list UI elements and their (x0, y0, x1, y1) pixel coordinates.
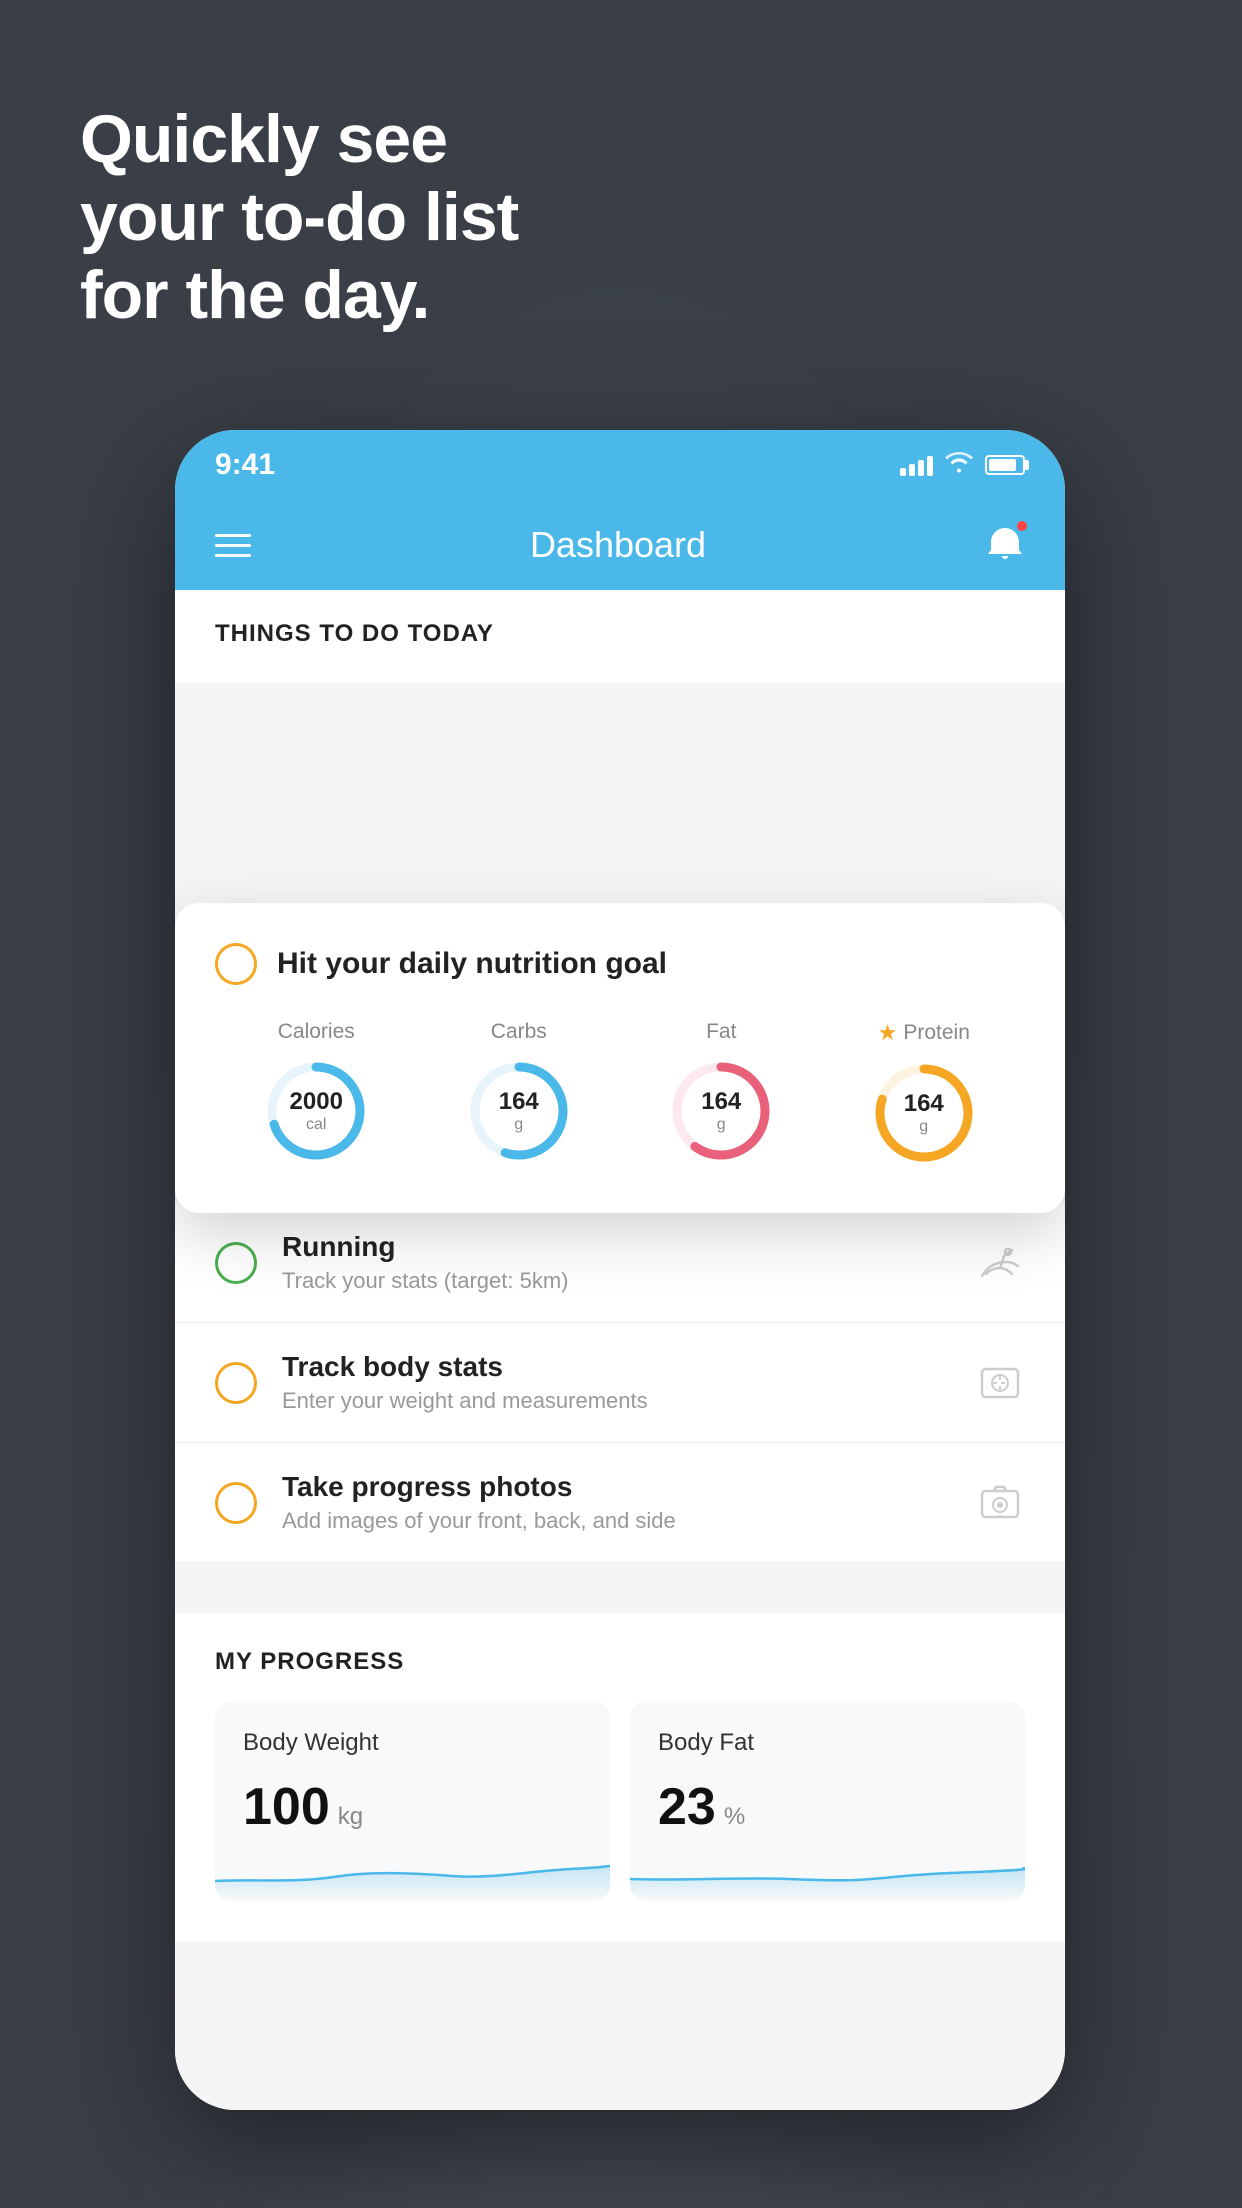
body-fat-value-wrap: 23 % (658, 1777, 997, 1837)
content-area: THINGS TO DO TODAY Hit your daily nutrit… (175, 590, 1065, 2110)
todo-item-body-stats[interactable]: Track body stats Enter your weight and m… (175, 1323, 1065, 1443)
todo-item-running[interactable]: Running Track your stats (target: 5km) (175, 1203, 1065, 1323)
phone-frame: 9:41 (175, 430, 1065, 2110)
running-content: Running Track your stats (target: 5km) (282, 1231, 950, 1294)
progress-section: MY PROGRESS Body Weight 100 kg (175, 1613, 1065, 1941)
macro-carbs-circle: 164 g (464, 1056, 574, 1166)
macro-calories-circle: 2000 cal (261, 1056, 371, 1166)
scale-icon (975, 1358, 1025, 1408)
nutrition-checkbox[interactable] (215, 943, 257, 985)
macro-fat-label: Fat (706, 1020, 736, 1044)
running-subtitle: Track your stats (target: 5km) (282, 1268, 950, 1294)
body-stats-title: Track body stats (282, 1351, 950, 1383)
status-bar: 9:41 (175, 430, 1065, 500)
running-checkbox[interactable] (215, 1242, 257, 1284)
photos-subtitle: Add images of your front, back, and side (282, 1508, 950, 1534)
bell-icon[interactable] (985, 523, 1025, 568)
body-stats-content: Track body stats Enter your weight and m… (282, 1351, 950, 1414)
body-weight-value-wrap: 100 kg (243, 1777, 582, 1837)
macro-protein-unit: g (904, 1118, 944, 1136)
macro-fat-value: 164 (701, 1088, 741, 1116)
macro-protein-value: 164 (904, 1090, 944, 1118)
things-section: THINGS TO DO TODAY (175, 590, 1065, 683)
status-icons (900, 451, 1025, 479)
body-weight-card-title: Body Weight (243, 1729, 582, 1757)
body-fat-number: 23 (658, 1777, 716, 1837)
body-weight-chart (215, 1841, 610, 1901)
macro-fat-circle: 164 g (666, 1056, 776, 1166)
nutrition-card: Hit your daily nutrition goal Calories (175, 903, 1065, 1213)
macro-fat: Fat 164 g (666, 1020, 776, 1166)
macro-carbs: Carbs 164 g (464, 1020, 574, 1166)
status-time: 9:41 (215, 448, 275, 482)
app-header: Dashboard (175, 500, 1065, 590)
star-icon: ★ (878, 1020, 898, 1046)
todo-item-photos[interactable]: Take progress photos Add images of your … (175, 1443, 1065, 1563)
photos-checkbox[interactable] (215, 1482, 257, 1524)
menu-icon[interactable] (215, 534, 251, 557)
body-weight-number: 100 (243, 1777, 330, 1837)
macro-protein-label: Protein (903, 1021, 970, 1045)
body-fat-unit: % (724, 1803, 745, 1831)
macro-protein: ★ Protein 164 g (869, 1020, 979, 1168)
body-fat-chart (630, 1841, 1025, 1901)
macro-carbs-label: Carbs (491, 1020, 547, 1044)
macro-calories-unit: cal (290, 1116, 343, 1134)
signal-icon (900, 454, 933, 476)
macro-protein-circle: 164 g (869, 1058, 979, 1168)
running-title: Running (282, 1231, 950, 1263)
macro-calories-label: Calories (278, 1020, 355, 1044)
body-stats-checkbox[interactable] (215, 1362, 257, 1404)
progress-title: MY PROGRESS (215, 1648, 1025, 1676)
wifi-icon (945, 451, 973, 479)
notification-badge (1015, 519, 1029, 533)
photos-title: Take progress photos (282, 1471, 950, 1503)
macro-carbs-unit: g (499, 1116, 539, 1134)
macro-circles: Calories 2000 cal (215, 1020, 1025, 1168)
body-stats-subtitle: Enter your weight and measurements (282, 1388, 950, 1414)
photos-content: Take progress photos Add images of your … (282, 1471, 950, 1534)
progress-cards: Body Weight 100 kg (215, 1701, 1025, 1901)
body-fat-card-title: Body Fat (658, 1729, 997, 1757)
hero-text: Quickly see your to-do list for the day. (80, 100, 518, 335)
macro-calories: Calories 2000 cal (261, 1020, 371, 1166)
macro-carbs-value: 164 (499, 1088, 539, 1116)
things-section-title: THINGS TO DO TODAY (215, 620, 1025, 648)
battery-icon (985, 455, 1025, 475)
body-weight-unit: kg (338, 1803, 363, 1831)
header-title: Dashboard (530, 524, 706, 566)
todo-list: Running Track your stats (target: 5km) (175, 1203, 1065, 1563)
nutrition-title: Hit your daily nutrition goal (277, 947, 667, 981)
body-weight-card[interactable]: Body Weight 100 kg (215, 1701, 610, 1901)
macro-calories-value: 2000 (290, 1088, 343, 1116)
running-icon (975, 1238, 1025, 1288)
body-fat-card[interactable]: Body Fat 23 % (630, 1701, 1025, 1901)
photo-icon (975, 1478, 1025, 1528)
macro-fat-unit: g (701, 1116, 741, 1134)
